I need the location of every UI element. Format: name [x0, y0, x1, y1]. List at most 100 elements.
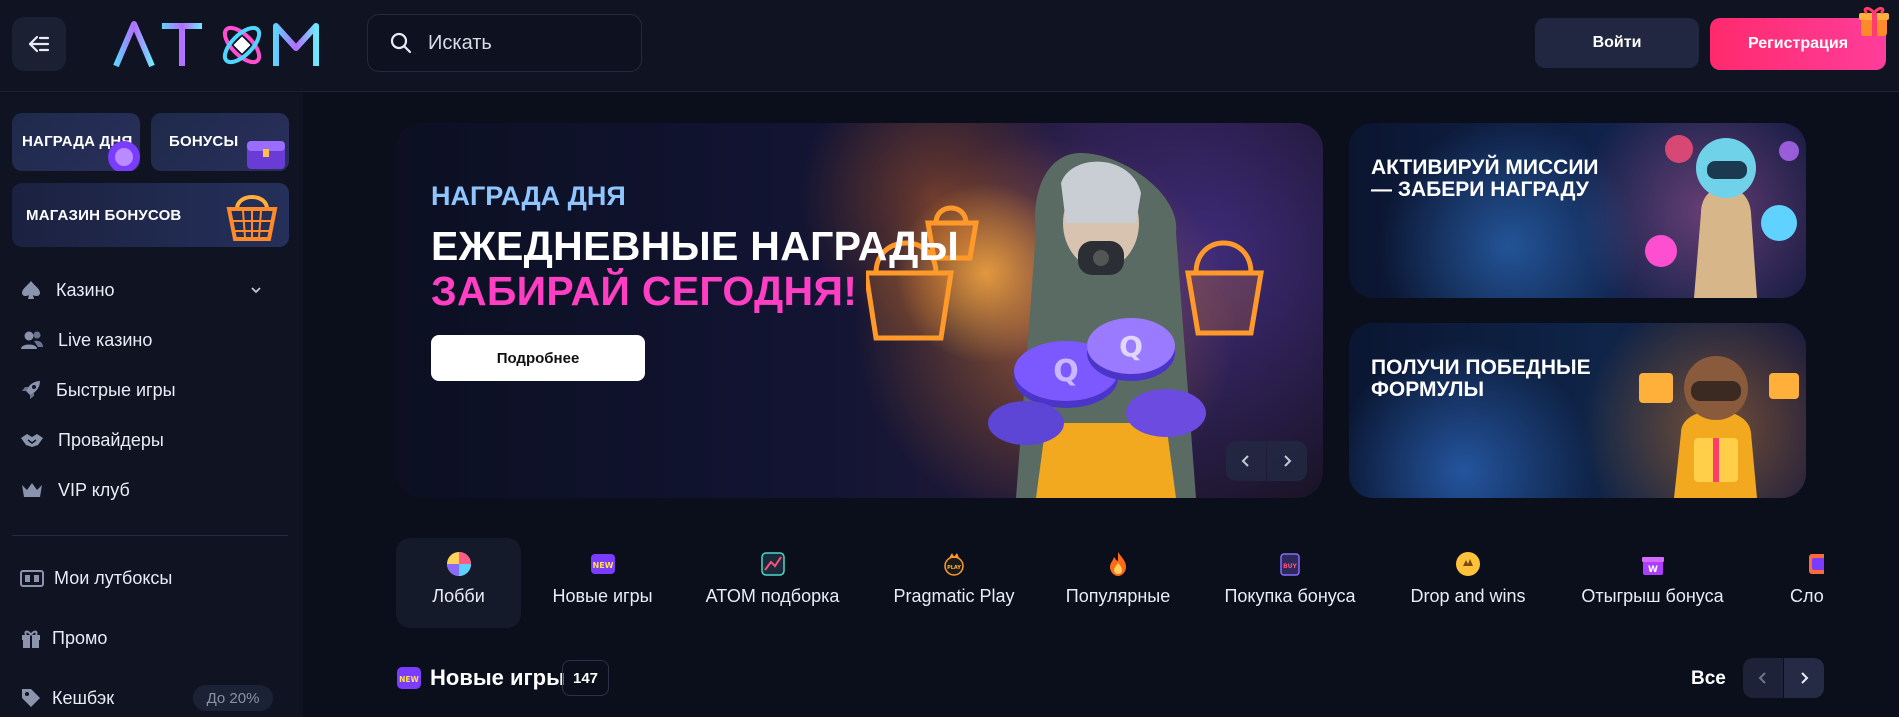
coin-icon [108, 141, 140, 171]
category-label: Покупка бонуса [1224, 586, 1356, 606]
category-label: Лобби [432, 586, 485, 606]
sidebar-item-label: Провайдеры [58, 429, 164, 450]
search-input[interactable]: Искать [367, 14, 642, 72]
missions-banner-line2: — ЗАБЕРИ НАГРАДУ [1371, 178, 1589, 201]
category-label: ATOM подборка [705, 586, 840, 606]
category-label: Новые игры [552, 586, 653, 606]
hero-tag: НАГРАДА ДНЯ [431, 181, 626, 211]
chevron-down-icon [251, 287, 261, 294]
hero-banner[interactable]: Q Q НАГРАДА ДНЯ ЕЖЕДНЕВНЫЕ НАГРАДЫ ЗАБИР… [396, 123, 1323, 498]
lootbox-icon [20, 570, 44, 587]
collapse-menu-button[interactable] [12, 17, 66, 71]
missions-banner[interactable]: АКТИВИРУЙ МИССИИ — ЗАБЕРИ НАГРАДУ [1349, 123, 1806, 298]
formulas-banner[interactable]: ПОЛУЧИ ПОБЕДНЫЕ ФОРМУЛЫ [1349, 323, 1806, 498]
new-badge-icon: NEW [397, 667, 421, 689]
atom-logo[interactable] [112, 18, 326, 70]
chevron-left-icon [1758, 672, 1766, 684]
svg-text:Q: Q [1119, 330, 1143, 363]
gift-icon [22, 630, 40, 648]
svg-text:W: W [1648, 565, 1658, 575]
category-lobby[interactable]: Лобби [396, 538, 521, 628]
drop-wins-icon [1456, 552, 1480, 576]
sidebar-item-label: VIP клуб [58, 479, 130, 500]
tag-icon [22, 689, 40, 707]
section-title: Новые игры [430, 665, 565, 690]
gift-icon [1859, 6, 1889, 36]
section-next-button[interactable] [1784, 658, 1824, 698]
sidebar-item-label: Быстрые игры [56, 379, 176, 400]
buy-bonus-icon: BUY [1280, 553, 1300, 576]
sidebar-divider [12, 535, 288, 536]
character-with-gift-illustration [1639, 356, 1799, 498]
category-bonus-buy[interactable]: BUY Покупка бонуса [1210, 538, 1370, 628]
category-label: Отыгрыш бонуса [1581, 586, 1724, 606]
shopping-basket-icon [226, 195, 278, 241]
category-label: Drop and wins [1410, 586, 1526, 606]
chevron-right-icon [1284, 455, 1292, 467]
category-popular[interactable]: Популярные [1053, 538, 1183, 628]
fire-icon [1110, 552, 1126, 576]
lobby-icon [446, 552, 471, 576]
hero-title-line2: ЗАБИРАЙ СЕГОДНЯ! [431, 268, 858, 314]
slots-icon [1809, 554, 1824, 574]
cashback-badge: До 20% [193, 685, 273, 711]
hero-next-button[interactable] [1267, 441, 1307, 481]
section-game-count: 147 [562, 660, 609, 696]
sidebar: НАГРАДА ДНЯ БОНУСЫ МАГАЗИН БОНУСОВ Казин… [0, 93, 303, 717]
category-new-games[interactable]: NEW Новые игры [540, 538, 665, 628]
hero-title-line1: ЕЖЕДНЕВНЫЕ НАГРАДЫ [431, 223, 960, 269]
category-drop-and-wins[interactable]: Drop and wins [1398, 538, 1538, 628]
chevron-right-icon [1801, 672, 1809, 684]
sidebar-item-providers[interactable]: Провайдеры [20, 425, 164, 455]
promo-tile-label: БОНУСЫ [169, 133, 239, 150]
atom-logo-image [113, 21, 319, 68]
login-button[interactable]: Войти [1535, 18, 1699, 68]
sidebar-item-fast-games[interactable]: Быстрые игры [20, 375, 176, 405]
handshake-icon [21, 434, 43, 447]
sidebar-item-label: Live казино [58, 329, 153, 350]
sidebar-item-lootboxes[interactable]: Мои лутбоксы [20, 563, 172, 593]
sidebar-item-cashback[interactable]: Кешбэк [20, 683, 114, 713]
crown-icon [22, 483, 42, 497]
sidebar-item-casino[interactable]: Казино [20, 275, 270, 305]
category-pragmatic-play[interactable]: PLAY Pragmatic Play [880, 538, 1028, 628]
category-label: Популярные [1065, 586, 1171, 606]
sidebar-item-label: Мои лутбоксы [54, 567, 173, 588]
svg-text:BUY: BUY [1283, 563, 1297, 570]
sidebar-item-promo[interactable]: Промо [20, 623, 107, 653]
atom-pick-icon [760, 552, 785, 576]
sidebar-item-live-casino[interactable]: Live казино [20, 325, 152, 355]
promo-tile-daily-reward[interactable]: НАГРАДА ДНЯ [12, 113, 140, 171]
spade-icon [22, 281, 40, 299]
astronaut-illustration [1645, 135, 1799, 298]
hero-prev-button[interactable] [1226, 441, 1266, 481]
promo-tile-label: МАГАЗИН БОНУСОВ [26, 207, 182, 224]
svg-text:NEW: NEW [399, 675, 419, 684]
formulas-banner-line1: ПОЛУЧИ ПОБЕДНЫЕ [1371, 356, 1591, 379]
wager-bonus-icon: W [1641, 557, 1664, 575]
category-label: Сло [1790, 586, 1824, 606]
view-all-link[interactable]: Все [1691, 668, 1726, 690]
search-icon [390, 32, 412, 54]
sidebar-item-vip-club[interactable]: VIP клуб [20, 475, 130, 505]
svg-text:PLAY: PLAY [947, 565, 961, 571]
hero-details-button[interactable]: Подробнее [431, 335, 645, 381]
missions-banner-line1: АКТИВИРУЙ МИССИИ [1371, 156, 1599, 179]
promo-tile-bonus-shop[interactable]: МАГАЗИН БОНУСОВ [12, 183, 289, 247]
sidebar-item-label: Кешбэк [52, 687, 115, 708]
users-icon [21, 331, 43, 349]
sidebar-item-label: Казино [56, 279, 115, 300]
section-prev-button[interactable] [1743, 658, 1783, 698]
sidebar-item-label: Промо [52, 627, 108, 648]
chevron-left-icon [1241, 455, 1249, 467]
treasure-chest-icon [247, 141, 285, 169]
pragmatic-icon: PLAY [944, 553, 964, 576]
new-badge-icon: NEW [590, 554, 615, 574]
category-wager-bonus[interactable]: W Отыгрыш бонуса [1570, 538, 1735, 628]
category-atom-pick[interactable]: ATOM подборка [690, 538, 855, 628]
search-placeholder: Искать [428, 31, 492, 54]
category-slots[interactable]: Сло [1770, 538, 1824, 628]
promo-tile-bonuses[interactable]: БОНУСЫ [151, 113, 289, 171]
top-header: Искать Войти Регистрация [0, 0, 1899, 92]
collapse-arrow-icon [28, 35, 50, 53]
